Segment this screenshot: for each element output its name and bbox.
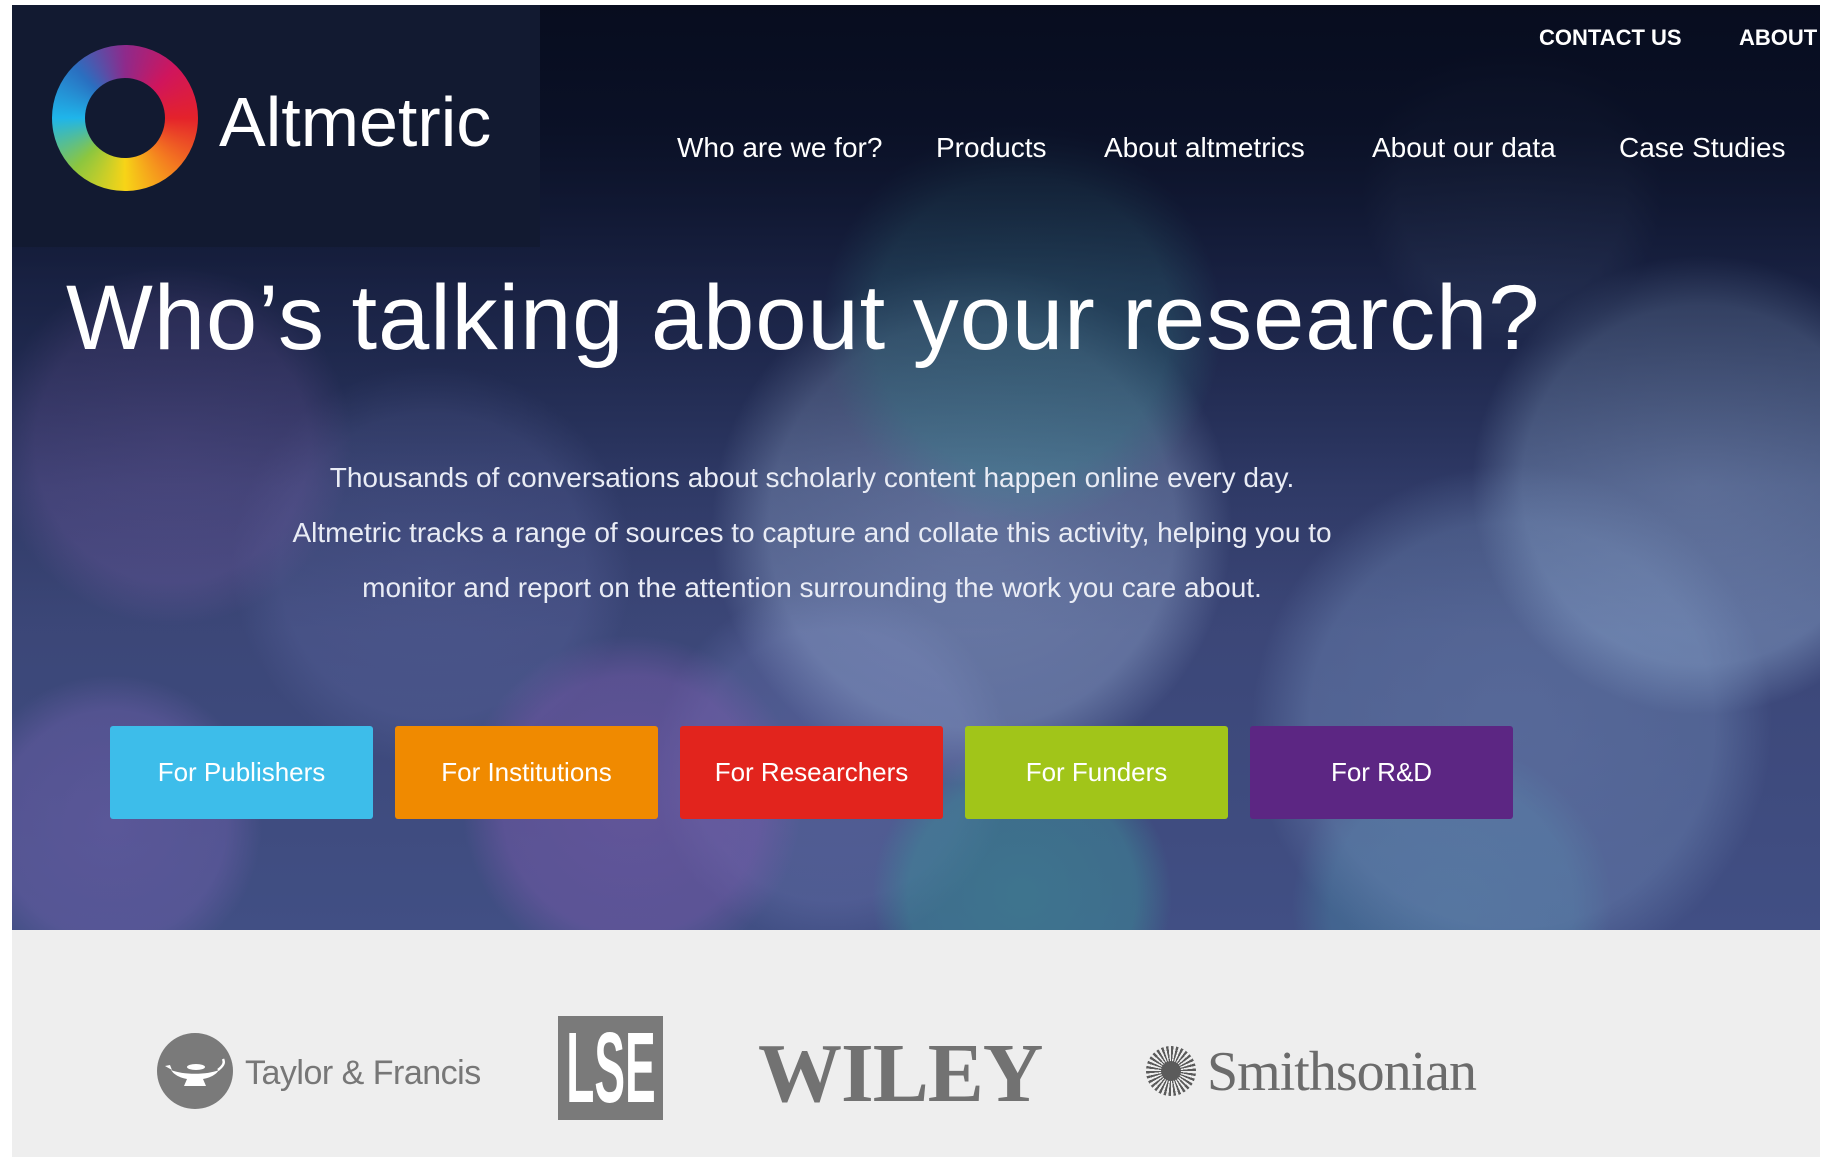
- hero-description-line-2: Altmetric tracks a range of sources to c…: [292, 517, 1332, 548]
- for-funders-button[interactable]: For Funders: [965, 726, 1228, 819]
- for-publishers-button[interactable]: For Publishers: [110, 726, 373, 819]
- smithsonian-logo[interactable]: Smithsonian: [1207, 1044, 1477, 1100]
- partner-logos-strip: Taylor & Francis LSE WILEY Smithsonian: [12, 930, 1820, 1157]
- sunburst-icon[interactable]: [1146, 1046, 1196, 1096]
- nav-products[interactable]: Products: [936, 131, 1047, 165]
- taylor-francis-logo[interactable]: Taylor & Francis: [245, 1056, 481, 1090]
- for-institutions-button[interactable]: For Institutions: [395, 726, 658, 819]
- for-rnd-button[interactable]: For R&D: [1250, 726, 1513, 819]
- hero-banner: Altmetric CONTACT US ABOUT Who are we fo…: [12, 5, 1820, 930]
- brand-logo[interactable]: Altmetric: [12, 5, 540, 247]
- altmetric-donut-icon: [52, 45, 198, 191]
- wiley-logo[interactable]: WILEY: [758, 1032, 1043, 1116]
- hero-description-line-1: Thousands of conversations about scholar…: [329, 462, 1295, 493]
- audience-buttons: For Publishers For Institutions For Rese…: [110, 726, 1513, 819]
- nav-case-studies[interactable]: Case Studies: [1619, 131, 1786, 165]
- donut-hole: [85, 78, 165, 158]
- nav-who-are-we-for[interactable]: Who are we for?: [677, 131, 882, 165]
- sunburst-core: [1161, 1061, 1181, 1081]
- brand-name: Altmetric: [219, 83, 492, 161]
- contact-us-link[interactable]: CONTACT US: [1539, 25, 1682, 51]
- nav-about-our-data[interactable]: About our data: [1372, 131, 1556, 165]
- oil-lamp-icon[interactable]: [157, 1033, 233, 1109]
- lse-logo[interactable]: LSE: [558, 1016, 663, 1120]
- about-link[interactable]: ABOUT: [1739, 25, 1817, 51]
- for-researchers-button[interactable]: For Researchers: [680, 726, 943, 819]
- nav-about-altmetrics[interactable]: About altmetrics: [1104, 131, 1305, 165]
- lse-logo-text: LSE: [565, 1012, 656, 1124]
- hero-headline: Who’s talking about your research?: [66, 267, 1541, 369]
- hero-description: Thousands of conversations about scholar…: [162, 450, 1462, 615]
- hero-description-line-3: monitor and report on the attention surr…: [362, 572, 1262, 603]
- oil-lamp-graphic: [165, 1058, 226, 1086]
